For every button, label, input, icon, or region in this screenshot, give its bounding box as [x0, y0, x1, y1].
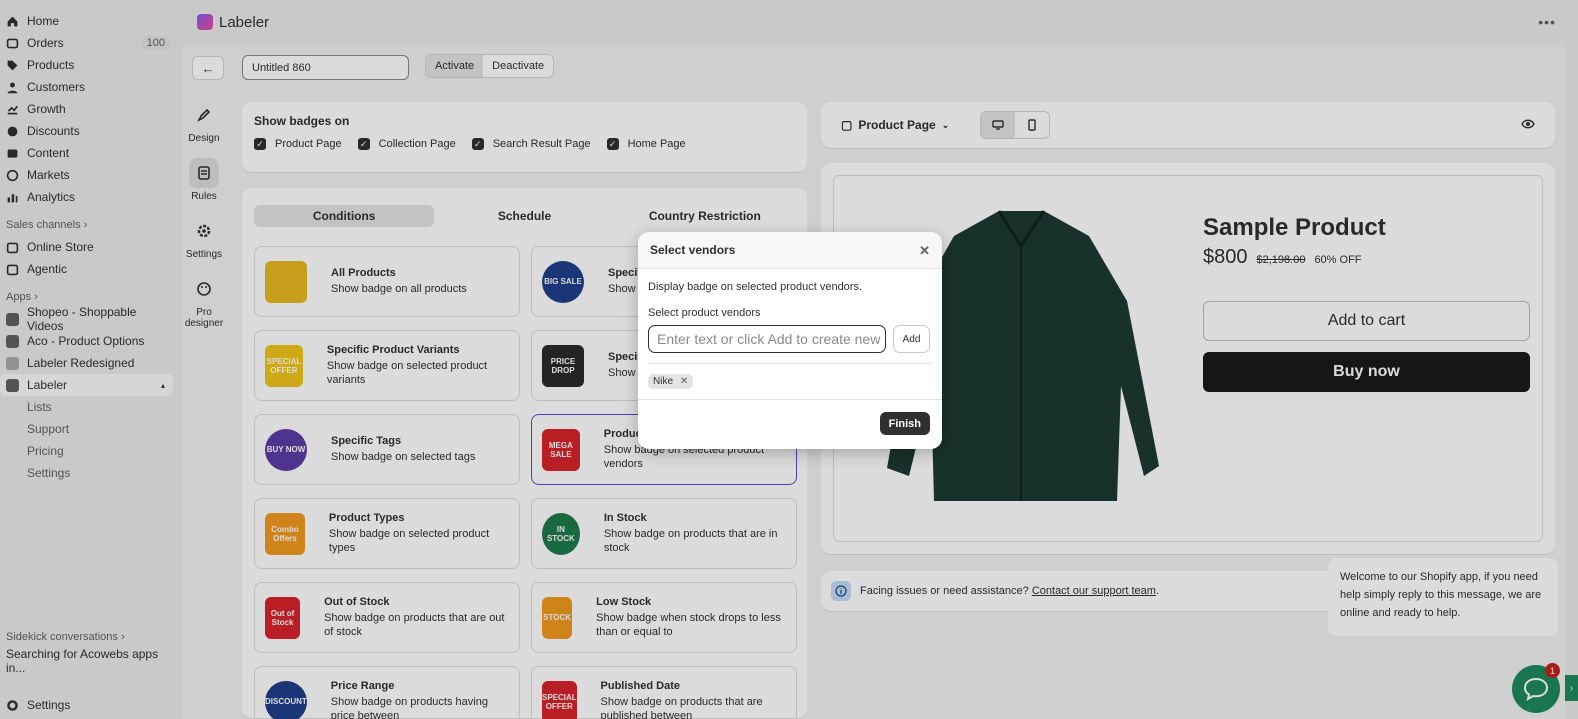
finish-button[interactable]: Finish	[879, 412, 930, 435]
vendor-tag-label: Nike	[653, 376, 674, 387]
modal-title: Select vendors	[650, 243, 736, 257]
vendor-tag: Nike ✕	[648, 374, 694, 389]
select-vendors-modal: Select vendors ✕ Display badge on select…	[638, 232, 942, 449]
modal-header: Select vendors ✕	[638, 232, 942, 269]
add-vendor-button[interactable]: Add	[893, 325, 930, 353]
modal-description: Display badge on selected product vendor…	[648, 281, 863, 293]
vendor-field-label: Select product vendors	[648, 307, 761, 319]
close-icon[interactable]: ✕	[919, 243, 930, 259]
vendor-search-input[interactable]: Enter text or click Add to create new	[648, 325, 886, 353]
remove-tag-icon[interactable]: ✕	[680, 376, 688, 387]
